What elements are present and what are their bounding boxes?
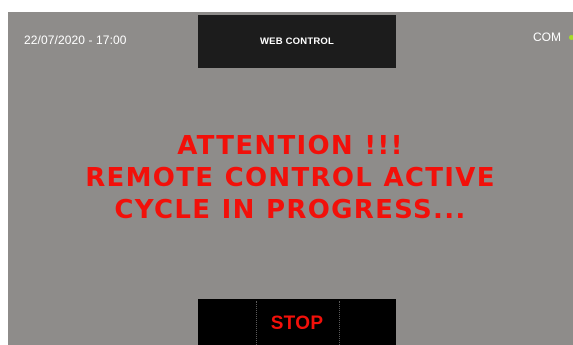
title-panel: WEB CONTROL — [198, 15, 396, 68]
alert-line-cycle-progress: CYCLE IN PROGRESS... — [114, 195, 467, 225]
datetime-display: 22/07/2020 - 17:00 — [24, 33, 127, 47]
com-label: COM — [533, 30, 561, 44]
page-title: WEB CONTROL — [260, 36, 334, 47]
stop-button[interactable]: STOP — [198, 299, 396, 345]
com-status: COM — [533, 29, 573, 45]
hmi-screen: 22/07/2020 - 17:00 WEB CONTROL COM ATTEN… — [8, 12, 573, 345]
com-status-led-icon — [569, 34, 573, 40]
alert-message: ATTENTION !!! REMOTE CONTROL ACTIVE CYCL… — [8, 130, 573, 226]
alert-line-remote-control: REMOTE CONTROL ACTIVE — [85, 163, 496, 193]
alert-line-attention: ATTENTION !!! — [177, 131, 404, 161]
stop-button-label: STOP — [270, 313, 324, 334]
